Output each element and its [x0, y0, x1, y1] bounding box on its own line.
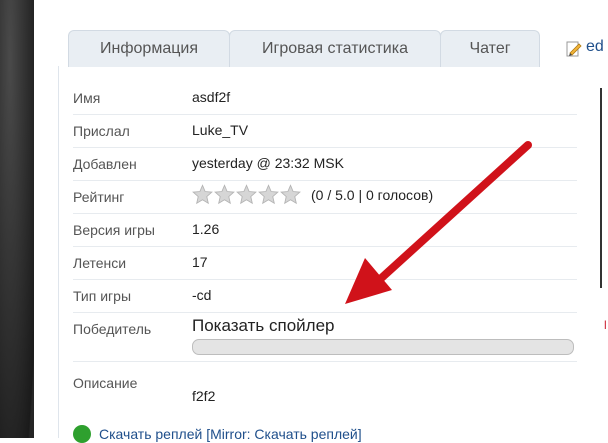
table-row: Прислал Luke_TV: [73, 115, 577, 148]
row-label-winner: Победитель: [73, 321, 152, 337]
divider: [600, 88, 602, 288]
table-row: Добавлен yesterday @ 23:32 MSK: [73, 148, 577, 181]
description-value: f2f2: [192, 388, 216, 404]
row-label-added: Добавлен: [73, 156, 137, 172]
download-icon: [73, 425, 91, 443]
sender-link[interactable]: Luke_TV: [192, 122, 248, 138]
tab-bar: Информация Игровая статистика Чатег: [68, 30, 540, 67]
download-replay[interactable]: Скачать реплей [Mirror: Скачать реплей]: [73, 425, 362, 443]
rating-stars[interactable]: [192, 184, 301, 205]
star-icon[interactable]: [280, 184, 301, 205]
tab-chat[interactable]: Чатег: [440, 30, 540, 67]
added-date-value: yesterday @ 23:32 MSK: [192, 155, 344, 171]
table-row: Победитель Показать спойлер: [73, 313, 577, 362]
rating-value: (0 / 5.0 | 0 голосов): [192, 184, 433, 205]
edit-icon: [566, 39, 582, 57]
row-label-sender: Прислал: [73, 123, 130, 139]
replay-info-table: Имя asdf2f Прислал Luke_TV Добавлен yest…: [73, 82, 577, 428]
rating-text: (0 / 5.0 | 0 голосов): [311, 186, 434, 203]
tab-game-stats[interactable]: Игровая статистика: [229, 30, 441, 67]
replay-name-value: asdf2f: [192, 89, 231, 105]
game-type-value: -cd: [192, 287, 212, 303]
row-label-game-type: Тип игры: [73, 288, 132, 304]
table-row: Рейтинг (0 / 5.0 | 0 голосов): [73, 181, 577, 214]
show-spoiler-link[interactable]: Показать спойлер: [192, 316, 334, 336]
background-image: [0, 0, 34, 438]
game-version-value: 1.26: [192, 221, 220, 237]
table-row: Имя asdf2f: [73, 82, 577, 115]
sidebar-fragment: l: [604, 318, 607, 332]
row-label-rating: Рейтинг: [73, 189, 125, 205]
latency-value: 17: [192, 254, 208, 270]
table-row: Версия игры 1.26: [73, 214, 577, 247]
star-icon[interactable]: [258, 184, 279, 205]
table-row: Описание f2f2: [73, 362, 577, 428]
row-label-latency: Летенси: [73, 255, 127, 271]
table-row: Тип игры -cd: [73, 280, 577, 313]
edit-label: ed: [586, 38, 604, 55]
star-icon[interactable]: [192, 184, 213, 205]
row-label-name: Имя: [73, 90, 101, 106]
row-label-description: Описание: [73, 375, 138, 391]
spoiler-box[interactable]: [192, 339, 574, 355]
table-row: Летенси 17: [73, 247, 577, 280]
star-icon[interactable]: [214, 184, 235, 205]
row-label-version: Версия игры: [73, 222, 155, 238]
download-link[interactable]: Скачать реплей [Mirror: Скачать реплей]: [99, 426, 362, 442]
edit-link[interactable]: ed: [566, 38, 604, 57]
tab-information[interactable]: Информация: [68, 30, 230, 67]
star-icon[interactable]: [236, 184, 257, 205]
